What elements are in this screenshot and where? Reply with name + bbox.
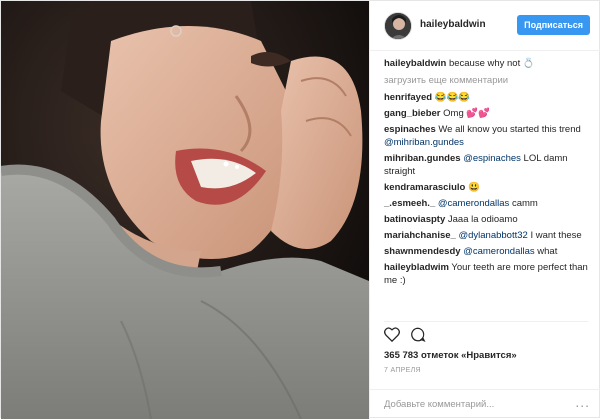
post-caption: haileybaldwin because why not 💍 — [384, 57, 588, 70]
comment-mention[interactable]: @camerondallas — [438, 198, 509, 209]
post-side-panel: haileybaldwin Подписаться haileybaldwin … — [369, 1, 600, 419]
comment-row: kendramarasciulo 😃 — [384, 181, 588, 194]
instagram-post: haileybaldwin Подписаться haileybaldwin … — [0, 0, 600, 419]
comment-row: haileybladwim Your teeth are more perfec… — [384, 261, 588, 287]
follow-button[interactable]: Подписаться — [517, 15, 590, 35]
comment-username[interactable]: haileybladwim — [384, 262, 449, 273]
comment-username[interactable]: _.esmeeh._ — [384, 198, 435, 209]
comment-row: espinaches We all know you started this … — [384, 123, 588, 149]
caption-username[interactable]: haileybaldwin — [384, 58, 446, 69]
more-options-button[interactable]: ... — [575, 394, 590, 410]
comment-row: gang_bieber Omg 💕💕 — [384, 107, 588, 120]
load-more-comments-link[interactable]: загрузить еще комментарии — [384, 75, 588, 86]
comments-list: haileybaldwin because why not 💍 загрузит… — [370, 57, 600, 319]
likes-count[interactable]: 365 783 отметок «Нравится» — [384, 350, 517, 361]
comment-username[interactable]: henrifayed — [384, 92, 432, 103]
username-link[interactable]: haileybaldwin — [420, 19, 486, 30]
comment-username[interactable]: shawnmendesdy — [384, 246, 461, 257]
comment-username[interactable]: mariahchanise_ — [384, 230, 456, 241]
avatar-image — [385, 13, 411, 39]
comment-text: camm — [509, 198, 538, 209]
divider — [384, 321, 588, 322]
heart-icon[interactable] — [384, 327, 400, 342]
add-comment-bar: Добавьте комментарий... ... — [370, 389, 600, 419]
comment-mention[interactable]: @dylanabbott32 — [458, 230, 527, 241]
comment-username[interactable]: gang_bieber — [384, 108, 441, 119]
comment-row: mariahchanise_ @dylanabbott32 I want the… — [384, 229, 588, 242]
post-photo[interactable] — [1, 1, 369, 419]
comment-row: henrifayed 😂😂😂 — [384, 91, 588, 104]
comment-username[interactable]: batinoviaspty — [384, 214, 445, 225]
comment-text: Jaaa la odioamo — [447, 214, 518, 225]
post-actions — [384, 327, 584, 345]
comment-text: 😃 — [467, 182, 480, 193]
comment-icon[interactable] — [410, 327, 426, 342]
avatar[interactable] — [384, 12, 412, 40]
comment-input[interactable]: Добавьте комментарий... — [384, 399, 494, 410]
comment-username[interactable]: mihriban.gundes — [384, 153, 461, 164]
comment-text: I want these — [527, 230, 582, 241]
post-date: 7 АПРЕЛЯ — [384, 367, 421, 374]
caption-emoji: 💍 — [522, 58, 535, 69]
comment-username[interactable]: kendramarasciulo — [384, 182, 465, 193]
comment-row: mihriban.gundes @espinaches LOL damn str… — [384, 152, 588, 178]
comment-mention[interactable]: @espinaches — [463, 153, 521, 164]
caption-text: because why not — [448, 58, 523, 69]
comment-text: Omg 💕💕 — [443, 108, 491, 119]
comment-text: We all know you started this trend — [438, 124, 581, 135]
post-header: haileybaldwin Подписаться — [370, 1, 600, 51]
comment-row: batinoviaspty Jaaa la odioamo — [384, 213, 588, 226]
comment-text: what — [534, 246, 558, 257]
comment-mention[interactable]: @mihriban.gundes — [384, 137, 464, 148]
photo-illustration — [1, 1, 369, 419]
comment-mention[interactable]: @camerondallas — [463, 246, 534, 257]
comment-text: 😂😂😂 — [434, 92, 471, 103]
comment-username[interactable]: espinaches — [384, 124, 436, 135]
comment-container: henrifayed 😂😂😂 gang_bieber Omg 💕💕 espinach… — [384, 91, 588, 287]
comment-row: _.esmeeh._ @camerondallas camm — [384, 197, 588, 210]
comment-row: shawnmendesdy @camerondallas what — [384, 245, 588, 258]
